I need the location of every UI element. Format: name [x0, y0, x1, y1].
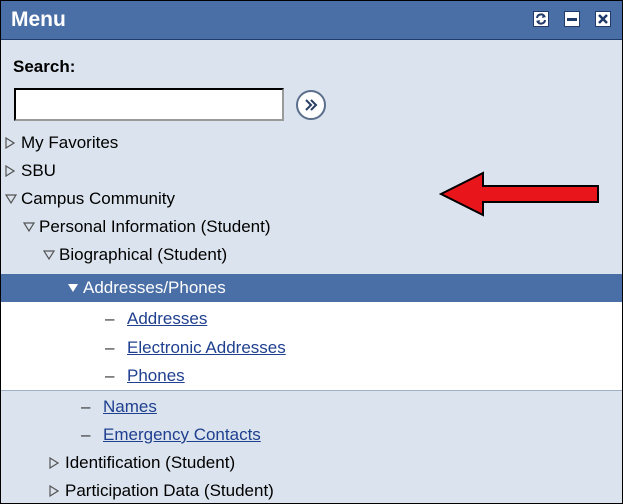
- tree-item-electronic-addresses[interactable]: – Electronic Addresses: [1, 334, 622, 362]
- tree-item-identification[interactable]: Identification (Student): [1, 449, 622, 477]
- dash-icon: –: [81, 425, 91, 444]
- dash-icon: –: [105, 366, 115, 385]
- expanded-triangle-icon: [42, 241, 59, 269]
- expanded-triangle-icon: [67, 274, 83, 302]
- tree-item-phones[interactable]: – Phones: [1, 362, 622, 390]
- search-label: Search:: [13, 57, 76, 76]
- link-names[interactable]: Names: [103, 397, 157, 416]
- menu-titlebar: Menu: [1, 1, 622, 40]
- refresh-icon[interactable]: [533, 11, 549, 27]
- expanded-triangle-icon: [22, 213, 39, 241]
- dash-icon: –: [81, 397, 91, 416]
- link-electronic-addresses[interactable]: Electronic Addresses: [127, 338, 286, 357]
- search-go-button[interactable]: [296, 90, 326, 120]
- tree-item-biographical[interactable]: Biographical (Student): [1, 241, 622, 269]
- collapsed-triangle-icon: [5, 129, 21, 158]
- minimize-icon[interactable]: [564, 11, 580, 27]
- link-addresses[interactable]: Addresses: [127, 309, 207, 328]
- tree-item-names[interactable]: – Names: [1, 393, 622, 421]
- tree-item-my-favorites[interactable]: My Favorites: [1, 129, 622, 157]
- annotation-arrow-icon: [439, 171, 599, 217]
- collapsed-triangle-icon: [49, 449, 65, 478]
- tree-item-addresses[interactable]: – Addresses: [1, 305, 622, 333]
- tree-item-participation-data[interactable]: Participation Data (Student): [1, 477, 622, 503]
- collapsed-triangle-icon: [5, 157, 21, 186]
- search-input[interactable]: [14, 88, 284, 121]
- dash-icon: –: [105, 309, 115, 328]
- menu-panel: Menu Search: My Favorites SBU Campus Com…: [0, 0, 623, 504]
- expanded-triangle-icon: [4, 185, 21, 213]
- menu-title: Menu: [11, 8, 66, 31]
- collapsed-triangle-icon: [49, 477, 65, 503]
- dash-icon: –: [105, 338, 115, 357]
- tree-item-personal-information[interactable]: Personal Information (Student): [1, 213, 622, 241]
- close-icon[interactable]: [595, 11, 611, 27]
- tree-item-emergency-contacts[interactable]: – Emergency Contacts: [1, 421, 622, 449]
- double-chevron-right-icon: [305, 99, 318, 111]
- link-phones[interactable]: Phones: [127, 366, 185, 385]
- link-emergency-contacts[interactable]: Emergency Contacts: [103, 425, 261, 444]
- tree-item-addresses-phones[interactable]: Addresses/Phones: [1, 274, 622, 302]
